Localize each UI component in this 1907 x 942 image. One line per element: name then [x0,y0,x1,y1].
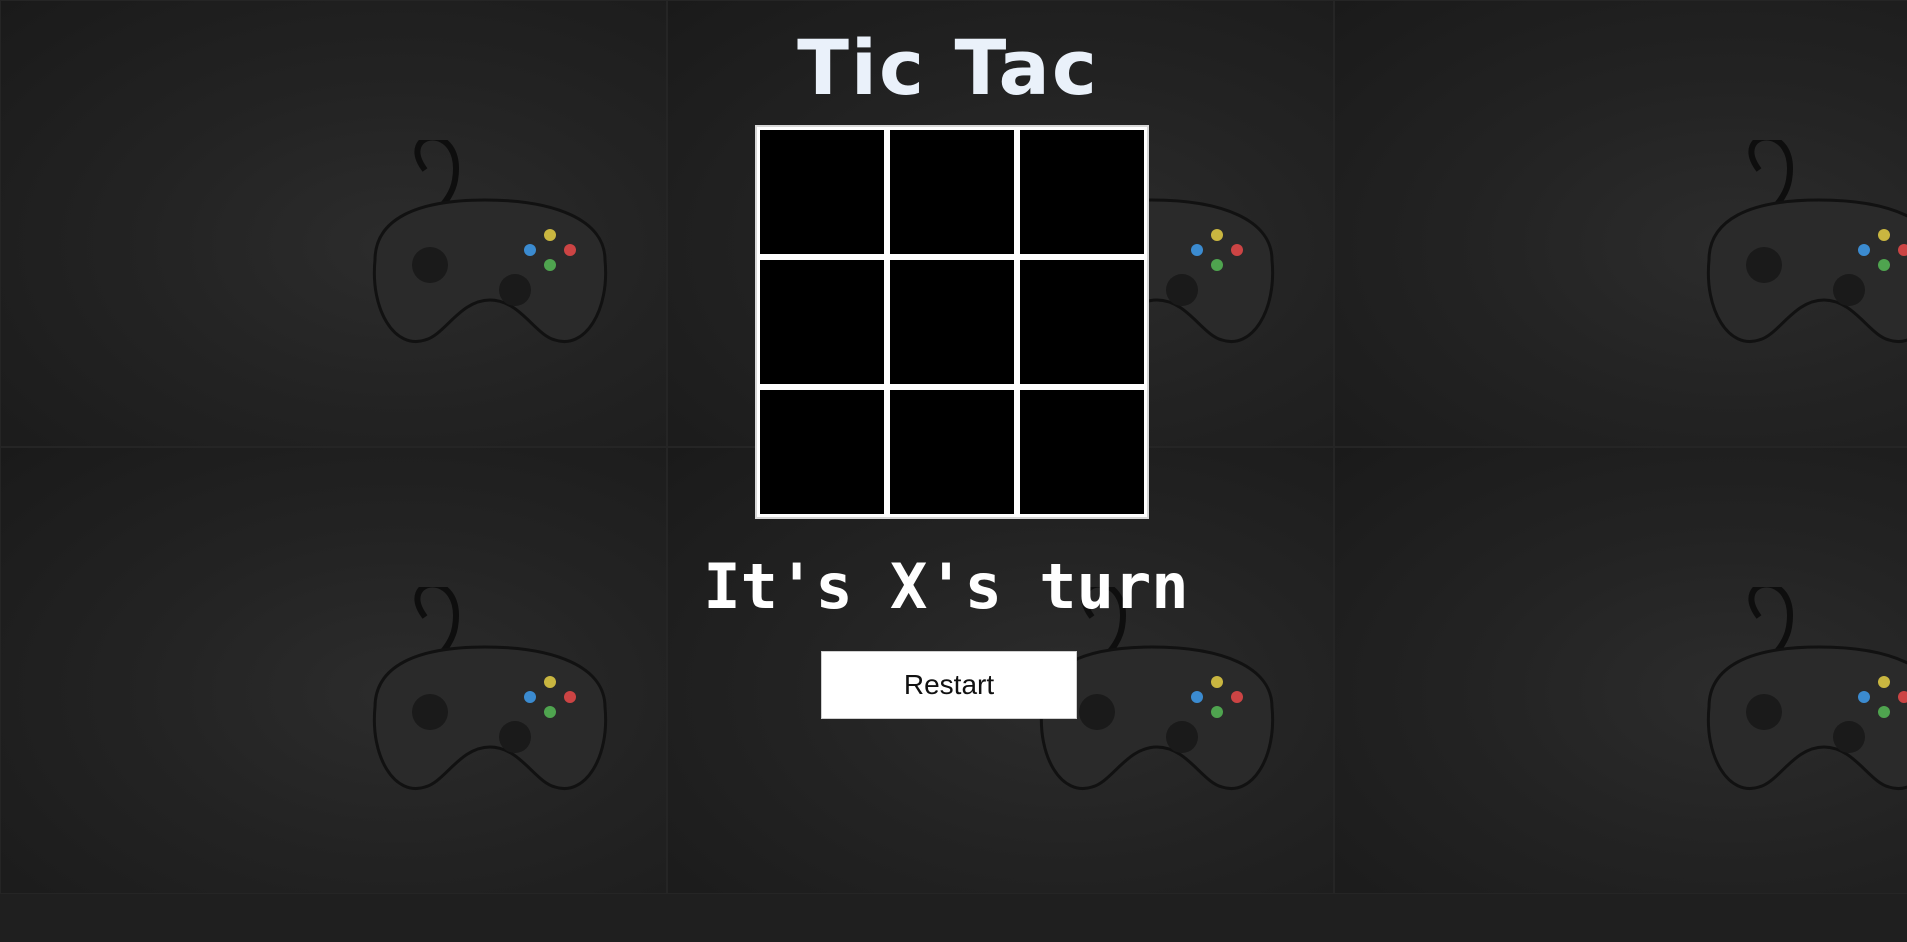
restart-button[interactable]: Restart [821,651,1077,719]
board-cell[interactable] [760,130,884,254]
board-cell[interactable] [1020,130,1144,254]
board-cell[interactable] [1020,260,1144,384]
board-cell[interactable] [1020,390,1144,514]
board-cell[interactable] [760,260,884,384]
game-container: Tic Tac Toe It's X's turn Restart [0,0,1907,942]
turn-status: It's X's turn [703,550,1189,623]
board-cell[interactable] [890,390,1014,514]
board-cell[interactable] [890,260,1014,384]
board-cell[interactable] [890,130,1014,254]
game-board [755,125,1149,519]
board-cell[interactable] [760,390,884,514]
